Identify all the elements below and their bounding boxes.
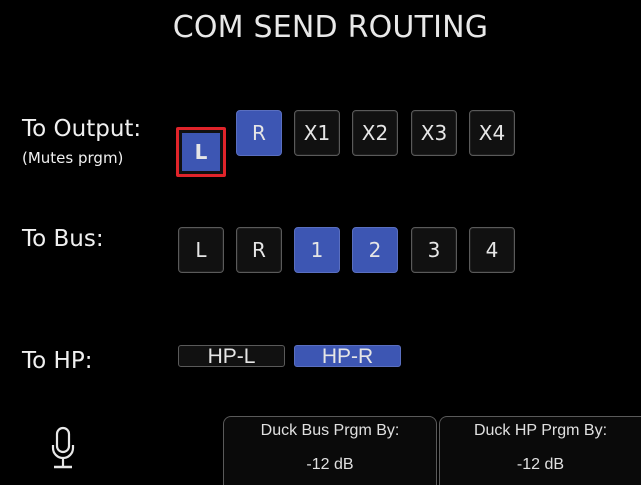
duck-bus-label: Duck Bus Prgm By: bbox=[260, 422, 400, 439]
bus-3-button[interactable]: 3 bbox=[411, 227, 457, 273]
duck-hp-prgm-control[interactable]: Duck HP Prgm By: -12 dB bbox=[439, 416, 641, 485]
bus-4-button[interactable]: 4 bbox=[469, 227, 515, 273]
to-bus-label: To Bus: bbox=[22, 226, 104, 252]
to-hp-label: To HP: bbox=[22, 348, 93, 374]
output-x1-button[interactable]: X1 bbox=[294, 110, 340, 156]
output-l-label: L bbox=[182, 133, 220, 171]
screen-title: COM SEND ROUTING bbox=[172, 10, 489, 45]
bus-1-button[interactable]: 1 bbox=[294, 227, 340, 273]
output-x2-button[interactable]: X2 bbox=[352, 110, 398, 156]
bus-l-button[interactable]: L bbox=[178, 227, 224, 273]
duck-hp-value: -12 dB bbox=[516, 456, 565, 473]
duck-hp-label: Duck HP Prgm By: bbox=[473, 422, 608, 439]
output-r-button[interactable]: R bbox=[236, 110, 282, 156]
to-output-label: To Output: bbox=[22, 116, 142, 142]
hp-l-button[interactable]: HP-L bbox=[178, 345, 285, 367]
bus-2-button[interactable]: 2 bbox=[352, 227, 398, 273]
microphone-icon[interactable] bbox=[50, 426, 76, 470]
mutes-prgm-note: (Mutes prgm) bbox=[22, 149, 124, 167]
duck-bus-prgm-control[interactable]: Duck Bus Prgm By: -12 dB bbox=[223, 416, 437, 485]
bus-r-button[interactable]: R bbox=[236, 227, 282, 273]
output-l-button[interactable]: L bbox=[176, 127, 226, 177]
hp-r-button[interactable]: HP-R bbox=[294, 345, 401, 367]
output-x4-button[interactable]: X4 bbox=[469, 110, 515, 156]
duck-bus-value: -12 dB bbox=[306, 456, 354, 473]
output-x3-button[interactable]: X3 bbox=[411, 110, 457, 156]
